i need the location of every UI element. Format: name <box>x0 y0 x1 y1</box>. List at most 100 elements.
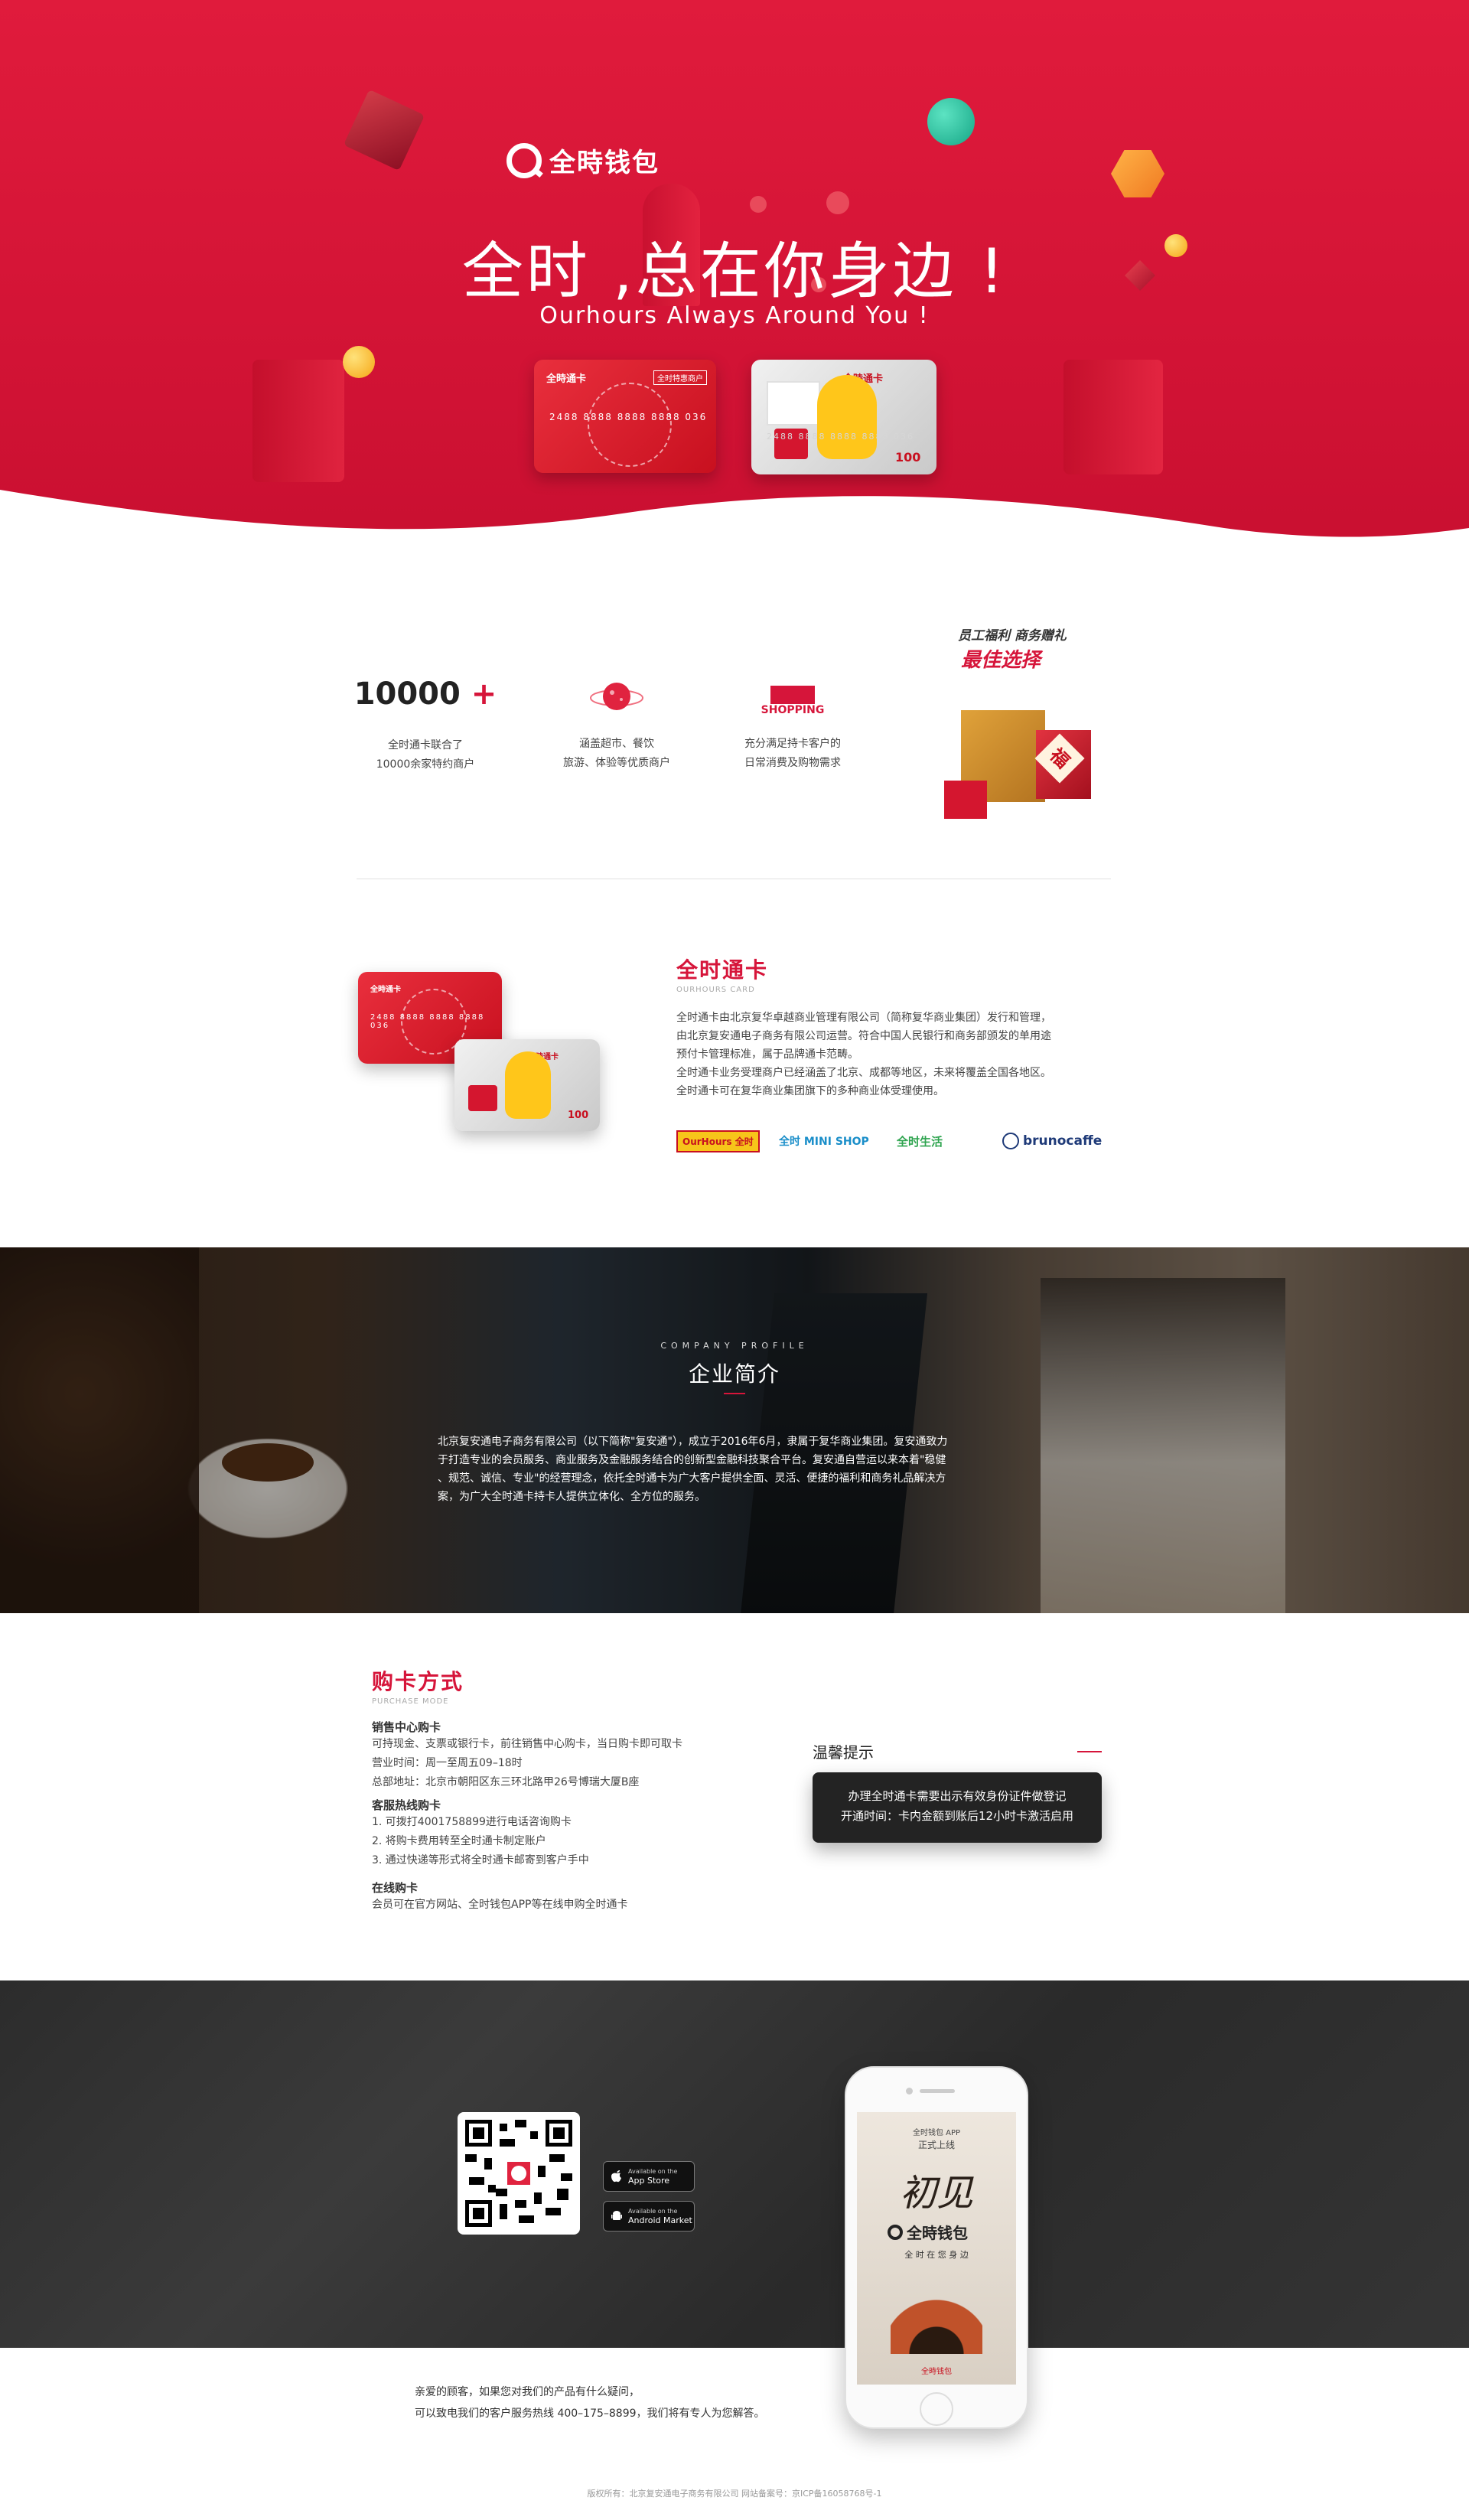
card-silver-image: 全時通卡 2488 8888 8888 8888 036 100 <box>751 360 936 474</box>
hero-banner: 全時钱包 全时 ,总在你身边 ! Ourhours Always Around … <box>0 0 1469 566</box>
mascot-graphic <box>505 1051 551 1119</box>
company-title: 企业简介 <box>688 1361 780 1387</box>
appstore-button[interactable]: Available on the App Store <box>603 2161 695 2192</box>
dot-decoration-1 <box>750 196 767 213</box>
dot-decoration-2 <box>826 191 849 214</box>
dice-graphic <box>468 1085 497 1111</box>
company-eyebrow: COMPANY PROFILE <box>660 1341 809 1351</box>
app-download-section: Available on the App Store Available on … <box>0 1980 1469 2348</box>
phone-logo-row: 全時钱包 <box>888 2221 968 2243</box>
company-title-underline <box>724 1393 745 1394</box>
mascot-graphic <box>817 375 877 459</box>
card-info-description: 全时通卡由北京复华卓越商业管理有限公司（简称复华商业集团）发行和管理， 由北京复… <box>676 1012 1051 1097</box>
feature-merchants: 10000 + 全时通卡联合了 10000余家特约商户 <box>341 676 510 774</box>
phone-footer-logo: 全時钱包 <box>921 2368 952 2376</box>
method-text: 营业时间：周一至周五09–18时 <box>372 1757 523 1769</box>
shopping-building-graphic <box>770 686 815 704</box>
orange-gem-decoration <box>1111 150 1164 197</box>
method-online-title: 在线购卡 <box>372 1881 419 1895</box>
hero-title: 全时 ,总在你身边 ! <box>461 236 1008 307</box>
card-value: 100 <box>568 1110 589 1121</box>
phone-top-text: 全时钱包 APP <box>912 2129 961 2137</box>
phone-speaker <box>920 2089 955 2093</box>
phone-logo-icon <box>888 2224 903 2240</box>
contact-info: 亲爱的顾客，如果您对我们的产品有什么疑问， 可以致电我们的客户服务热线 400–… <box>415 2381 765 2424</box>
logo-text: 全時钱包 <box>549 148 660 178</box>
qr-code-frame[interactable] <box>458 2112 580 2235</box>
card-badge: 全时特惠商户 <box>653 370 707 385</box>
purchase-title: 购卡方式 <box>372 1669 464 1694</box>
apple-icon <box>611 2170 621 2183</box>
phone-big-calligraphy: 初见 <box>899 2172 973 2215</box>
card-brand-label: 全時通卡 <box>370 986 401 994</box>
shopping-icon-label: SHOPPING <box>761 704 825 716</box>
feature-desc: 涵盖超市、餐饮 旅游、体验等优质商户 <box>563 738 670 769</box>
android-market-button[interactable]: Available on the Android Market <box>603 2201 695 2231</box>
phone-top-text-2: 正式上线 <box>917 2140 955 2150</box>
phone-camera <box>906 2088 913 2095</box>
method-text: 1. 可拨打4001758899进行电话咨询购卡 <box>372 1816 572 1828</box>
card-red-image: 全時通卡 全时特惠商户 2488 8888 8888 8888 036 <box>534 360 716 473</box>
company-profile-section: COMPANY PROFILE 企业简介 北京复安通电子商务有限公司（以下简称"… <box>0 1247 1469 1613</box>
feature-coverage: 涵盖超市、餐饮 旅游、体验等优质商户 <box>533 673 701 773</box>
phone-home-button <box>920 2392 953 2426</box>
appstore-big-label: App Store <box>628 2175 670 2186</box>
purchase-heading: 购卡方式 PURCHASE MODE <box>372 1665 464 1706</box>
coffee-cup-icon <box>1002 1133 1019 1149</box>
android-big-label: Android Market <box>628 2215 692 2225</box>
method-sales-center-title: 销售中心购卡 <box>372 1720 441 1734</box>
green-ball-decoration <box>927 98 975 145</box>
gift-illustration: 员工福利 商务赠礼 最佳选择 福 <box>921 620 1112 842</box>
hero-subtitle: Ourhours Always Around You ! <box>539 302 930 329</box>
card-info-heading: 全时通卡 OURHOURS CARD <box>676 954 768 994</box>
android-icon <box>611 2211 622 2220</box>
feature-desc: 充分满足持卡客户的 日常消费及购物需求 <box>744 738 841 769</box>
brand-minishop-logo[interactable]: 全时 MINI SHOP <box>779 1131 869 1151</box>
contact-line: 亲爱的顾客，如果您对我们的产品有什么疑问， <box>415 2386 640 2398</box>
card-number: 2488 8888 8888 8888 036 <box>549 412 708 422</box>
logo-q-icon <box>506 142 542 178</box>
tip-line: 办理全时通卡需要出示有效身份证件做登记 <box>848 1789 1067 1803</box>
gift-box-graphic <box>767 381 820 425</box>
android-small-label: Available on the <box>628 2207 678 2215</box>
card-info-subtitle: OURHOURS CARD <box>676 986 755 994</box>
feature-shopping: SHOPPING 充分满足持卡客户的 日常消费及购物需求 <box>708 673 877 773</box>
phone-tagline: 全 时 在 您 身 边 <box>904 2250 969 2260</box>
pedestal-right-decoration <box>1063 360 1163 474</box>
contact-line: 可以致电我们的客户服务热线 400–175–8899，我们将有专人为您解答。 <box>415 2408 765 2420</box>
card-seal-graphic <box>588 383 672 467</box>
merchant-count: 10000 + <box>353 676 497 712</box>
gift-box-small <box>944 781 987 819</box>
tip-box: 办理全时通卡需要出示有效身份证件做登记 开通时间：卡内金额到账后12小时卡激活启… <box>813 1772 1102 1843</box>
brand-life-logo[interactable]: 全时生活 <box>897 1131 943 1151</box>
feature-desc: 全时通卡联合了 10000余家特约商户 <box>376 739 475 771</box>
cube-decoration <box>343 89 425 171</box>
card-number: 2488 8888 8888 8888 036 <box>767 432 914 442</box>
card-info-title: 全时通卡 <box>676 957 769 983</box>
phone-logo-text: 全時钱包 <box>907 2224 968 2242</box>
planet-icon <box>533 673 701 719</box>
card-silver-small-image: 全時通卡 100 <box>454 1039 600 1131</box>
brand-brunocaffe-logo[interactable]: brunocaffe <box>1002 1131 1102 1151</box>
method-text: 会员可在官方网站、全时钱包APP等在线申购全时通卡 <box>372 1899 628 1911</box>
appstore-small-label: Available on the <box>628 2167 678 2175</box>
tip-heading-dash <box>1077 1751 1102 1752</box>
gift-tagline: 员工福利 商务赠礼 <box>958 628 1067 644</box>
brand-logo[interactable]: 全時钱包 <box>506 142 660 179</box>
method-text: 2. 将购卡费用转至全时通卡制定账户 <box>372 1835 546 1847</box>
card-brand-label: 全時通卡 <box>546 373 587 385</box>
qr-code-icon <box>465 2120 572 2227</box>
method-text: 3. 通过快递等形式将全时通卡邮寄到客户手中 <box>372 1854 589 1866</box>
company-overlay <box>0 1247 1469 1613</box>
method-hotline-title: 客服热线购卡 <box>372 1798 441 1812</box>
copyright-text: 版权所有：北京复安通电子商务有限公司 网站备案号：京ICP备16058768号-… <box>587 2489 882 2499</box>
phone-mockup: 全时钱包 APP 正式上线 初见 全時钱包 全 时 在 您 身 边 全時钱包 <box>845 2066 1028 2429</box>
yellow-ball-left-decoration <box>343 346 375 378</box>
card-number: 2488 8888 8888 8888 036 <box>370 1013 485 1030</box>
company-description: 北京复安通电子商务有限公司（以下简称"复安通"），成立于2016年6月，隶属于复… <box>438 1436 948 1503</box>
phone-graphic <box>891 2277 982 2354</box>
method-text: 总部地址：北京市朝阳区东三环北路甲26号博瑞大厦B座 <box>372 1776 640 1788</box>
purchase-methods: 销售中心购卡 可持现金、支票或银行卡，前往销售中心购卡，当日购卡即可取卡 营业时… <box>372 1719 770 1915</box>
shopping-icon: SHOPPING <box>708 673 877 719</box>
brand-ourhours-logo[interactable]: OurHours 全时 <box>676 1130 760 1152</box>
